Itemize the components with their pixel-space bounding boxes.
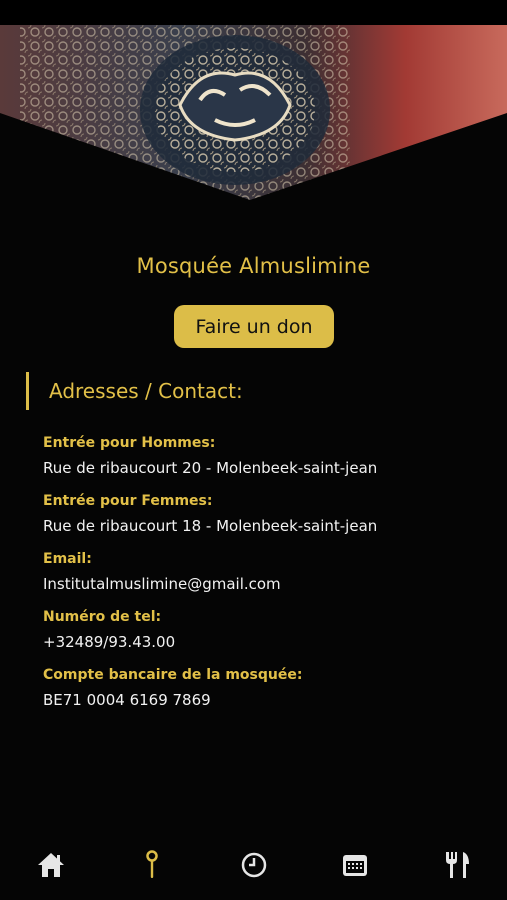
phone-label: Numéro de tel: (43, 609, 162, 625)
contact-info-list: Entrée pour Hommes: Rue de ribaucourt 20… (43, 432, 493, 722)
quran-ornament-image (0, 25, 507, 205)
phone-link[interactable]: +32489/93.43.00 (43, 628, 493, 664)
home-icon (38, 853, 64, 877)
tab-restaurant[interactable] (440, 848, 474, 882)
email-link[interactable]: Institutalmuslimine@gmail.com (43, 570, 493, 606)
men-entrance-address: Rue de ribaucourt 20 - Molenbeek-saint-j… (43, 459, 378, 477)
clock-icon (241, 852, 267, 878)
tab-home[interactable] (34, 848, 68, 882)
email-label: Email: (43, 551, 92, 567)
location-pin-icon (146, 850, 158, 878)
mosque-title: Mosquée Almuslimine (136, 254, 371, 278)
women-entrance-label: Entrée pour Femmes: (43, 493, 213, 509)
men-entrance-label: Entrée pour Hommes: (43, 435, 216, 451)
tab-prayer-times[interactable] (237, 848, 271, 882)
bank-account-number: BE71 0004 6169 7869 (43, 691, 211, 709)
contact-section-header: Adresses / Contact: (26, 372, 243, 410)
women-entrance-address: Rue de ribaucourt 18 - Molenbeek-saint-j… (43, 517, 378, 535)
donate-button[interactable]: Faire un don (174, 305, 334, 348)
fork-knife-icon (446, 852, 469, 878)
bank-account-label: Compte bancaire de la mosquée: (43, 667, 303, 683)
tab-calendar[interactable] (338, 848, 372, 882)
calendar-icon (343, 855, 367, 876)
header-banner-image (0, 25, 507, 205)
bottom-tab-bar (0, 838, 507, 894)
status-bar (0, 0, 507, 25)
section-title: Adresses / Contact: (49, 379, 243, 403)
tab-location[interactable] (135, 848, 169, 882)
section-accent-bar (26, 372, 29, 410)
